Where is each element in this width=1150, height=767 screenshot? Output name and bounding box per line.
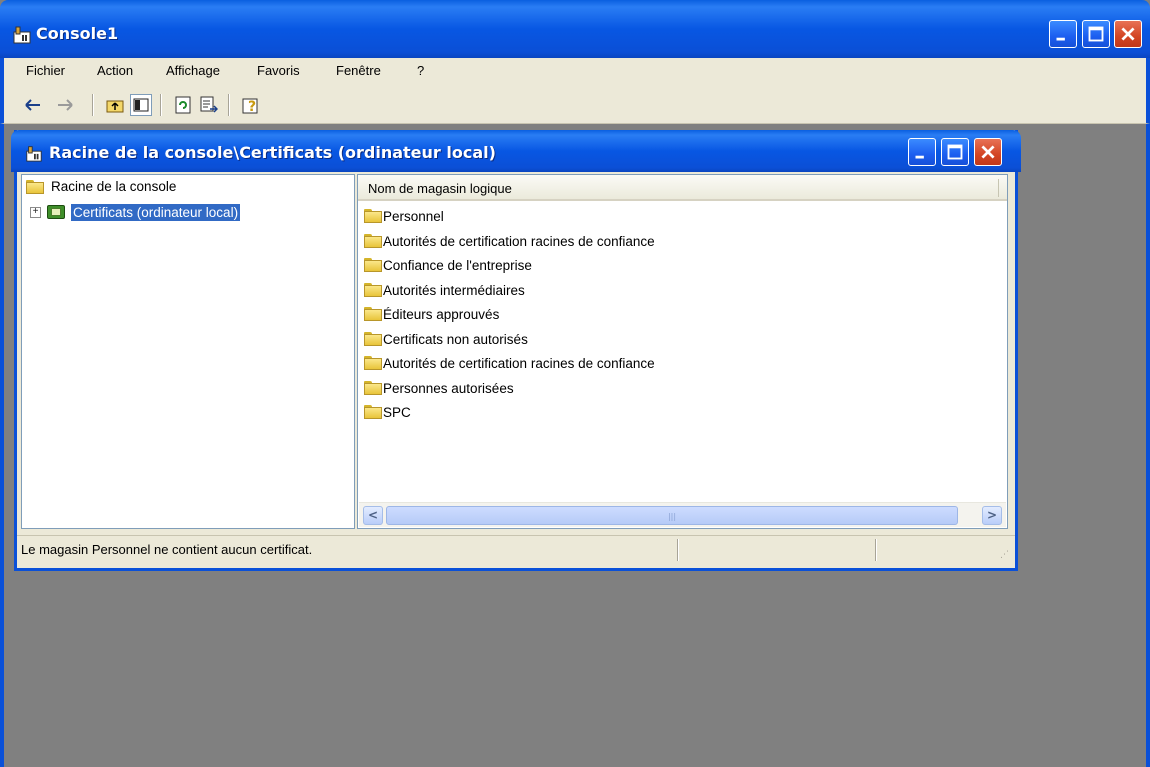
maximize-button[interactable] bbox=[1082, 20, 1110, 48]
folder-icon bbox=[364, 209, 382, 223]
tree-item-label: Racine de la console bbox=[51, 179, 177, 194]
list-item[interactable]: Personnel bbox=[364, 205, 444, 227]
minimize-icon bbox=[915, 155, 924, 159]
tree-pane[interactable]: Racine de la console + Certificats (ordi… bbox=[21, 174, 355, 529]
refresh-icon bbox=[175, 96, 191, 114]
menu-favoris[interactable]: Favoris bbox=[257, 63, 300, 78]
back-button[interactable] bbox=[22, 94, 44, 116]
svg-text:?: ? bbox=[248, 99, 256, 114]
folder-icon bbox=[364, 405, 382, 419]
child-close-button[interactable] bbox=[974, 138, 1002, 166]
forward-button[interactable] bbox=[54, 94, 76, 116]
folder-icon bbox=[364, 332, 382, 346]
child-maximize-button[interactable] bbox=[941, 138, 969, 166]
status-divider bbox=[875, 539, 877, 561]
mmc-console-icon bbox=[13, 26, 31, 44]
show-hide-tree-button[interactable] bbox=[130, 94, 152, 116]
list-item[interactable]: Autorités de certification racines de co… bbox=[364, 230, 655, 252]
help-button[interactable]: ? bbox=[240, 94, 262, 116]
child-minimize-button[interactable] bbox=[908, 138, 936, 166]
maximize-icon bbox=[1088, 26, 1104, 42]
close-button[interactable] bbox=[1114, 20, 1142, 48]
list-item-label: Éditeurs approuvés bbox=[383, 306, 500, 322]
app-titlebar: Console1 bbox=[0, 0, 1150, 58]
show-hide-tree-icon bbox=[133, 98, 149, 112]
menu-affichage[interactable]: Affichage bbox=[166, 63, 220, 78]
toolbar-separator bbox=[92, 94, 93, 116]
list-item[interactable]: SPC bbox=[364, 401, 411, 423]
folder-icon bbox=[364, 381, 382, 395]
horizontal-scrollbar[interactable]: < ||| > bbox=[359, 502, 1006, 527]
folder-icon bbox=[364, 307, 382, 321]
status-bar: Le magasin Personnel ne contient aucun c… bbox=[17, 535, 1015, 565]
list-item-label: Autorités de certification racines de co… bbox=[383, 233, 655, 249]
folder-icon bbox=[364, 356, 382, 370]
list-item-label: Autorités de certification racines de co… bbox=[383, 355, 655, 371]
tree-item-certificats[interactable]: + Certificats (ordinateur local) bbox=[30, 203, 241, 221]
back-arrow-icon bbox=[25, 99, 40, 111]
refresh-button[interactable] bbox=[172, 94, 194, 116]
list-item[interactable]: Personnes autorisées bbox=[364, 377, 514, 399]
column-header[interactable]: Nom de magasin logique bbox=[358, 175, 1007, 201]
minimize-button[interactable] bbox=[1049, 20, 1077, 48]
child-window-title: Racine de la console\Certificats (ordina… bbox=[49, 143, 496, 162]
column-divider[interactable] bbox=[998, 179, 999, 197]
help-icon: ? bbox=[242, 98, 258, 114]
list-item-label: Personnes autorisées bbox=[383, 380, 514, 396]
expand-icon[interactable]: + bbox=[30, 206, 41, 218]
list-item-label: SPC bbox=[383, 404, 411, 420]
list-item-label: Personnel bbox=[383, 208, 444, 224]
folder-icon bbox=[26, 179, 44, 194]
close-icon bbox=[981, 145, 995, 159]
scroll-thumb[interactable]: ||| bbox=[386, 506, 958, 525]
list-item-label: Certificats non autorisés bbox=[383, 331, 528, 347]
child-window-titlebar: Racine de la console\Certificats (ordina… bbox=[11, 130, 1021, 172]
menu-fichier[interactable]: Fichier bbox=[26, 63, 65, 78]
tree-item-label: Certificats (ordinateur local) bbox=[71, 203, 241, 221]
forward-arrow-icon bbox=[58, 99, 73, 111]
list-item[interactable]: Certificats non autorisés bbox=[364, 328, 528, 350]
maximize-icon bbox=[947, 144, 963, 160]
folder-icon bbox=[364, 258, 382, 272]
up-level-button[interactable] bbox=[104, 94, 126, 116]
toolbar-separator bbox=[228, 94, 229, 116]
resize-grip-icon[interactable]: ⋰ bbox=[1000, 550, 1012, 562]
list-item[interactable]: Confiance de l'entreprise bbox=[364, 254, 532, 276]
menu-fenetre[interactable]: Fenêtre bbox=[336, 63, 381, 78]
tree-item-root[interactable]: Racine de la console bbox=[26, 179, 176, 194]
mmc-console-icon bbox=[26, 146, 42, 162]
scroll-left-icon: < bbox=[367, 508, 379, 522]
folder-icon bbox=[364, 283, 382, 297]
up-one-level-icon bbox=[106, 100, 124, 113]
list-item[interactable]: Autorités intermédiaires bbox=[364, 279, 525, 301]
scroll-left-button[interactable]: < bbox=[363, 506, 383, 525]
menu-help[interactable]: ? bbox=[417, 63, 424, 78]
status-divider bbox=[677, 539, 679, 561]
export-list-icon bbox=[200, 96, 218, 113]
list-pane[interactable]: Nom de magasin logique Personnel Autorit… bbox=[357, 174, 1008, 529]
minimize-icon bbox=[1056, 37, 1065, 41]
list-item-label: Confiance de l'entreprise bbox=[383, 257, 532, 273]
menu-bar: Fichier Action Affichage Favoris Fenêtre… bbox=[0, 58, 1150, 86]
menu-action[interactable]: Action bbox=[97, 63, 133, 78]
status-text: Le magasin Personnel ne contient aucun c… bbox=[21, 542, 313, 557]
grip-icon: ||| bbox=[667, 512, 677, 521]
certificate-store-icon bbox=[45, 203, 67, 221]
column-header-label: Nom de magasin logique bbox=[368, 181, 512, 196]
scroll-right-button[interactable]: > bbox=[982, 506, 1002, 525]
app-title: Console1 bbox=[36, 24, 119, 43]
close-icon bbox=[1121, 27, 1135, 41]
export-list-button[interactable] bbox=[198, 94, 220, 116]
scroll-right-icon: > bbox=[986, 508, 998, 522]
toolbar-separator bbox=[160, 94, 161, 116]
toolbar: ? bbox=[0, 86, 1150, 124]
list-item-label: Autorités intermédiaires bbox=[383, 282, 525, 298]
folder-icon bbox=[364, 234, 382, 248]
list-item[interactable]: Autorités de certification racines de co… bbox=[364, 352, 655, 374]
list-item[interactable]: Éditeurs approuvés bbox=[364, 303, 499, 325]
